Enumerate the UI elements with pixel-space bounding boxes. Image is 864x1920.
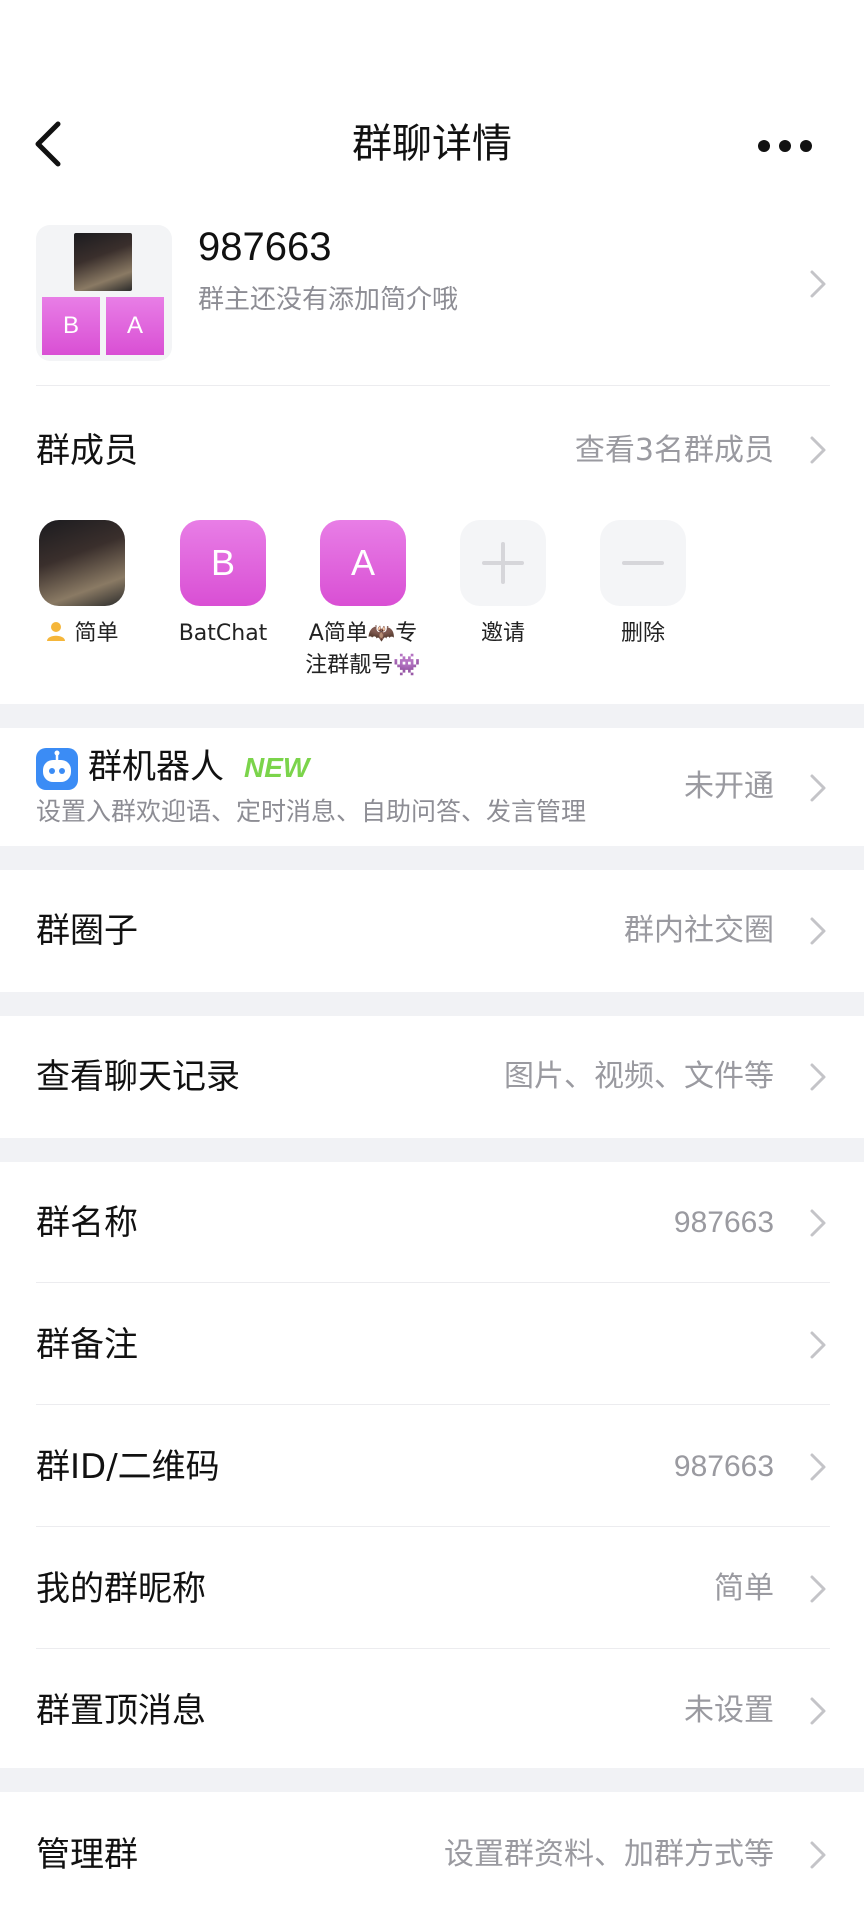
new-badge: NEW bbox=[244, 752, 310, 783]
bot-title: 群机器人 bbox=[88, 747, 224, 787]
group-id-label: 群ID/二维码 bbox=[36, 1447, 220, 1487]
robot-icon bbox=[36, 748, 78, 790]
bot-description: 设置入群欢迎语、定时消息、自助问答、发言管理 bbox=[36, 797, 587, 826]
history-label: 查看聊天记录 bbox=[36, 1057, 240, 1097]
chevron-right-icon bbox=[810, 1453, 826, 1481]
section-gap bbox=[0, 992, 864, 1016]
chevron-right-icon bbox=[810, 1697, 826, 1725]
more-dots-icon bbox=[758, 140, 812, 152]
chevron-right-icon bbox=[810, 270, 826, 298]
chevron-right-icon bbox=[810, 1063, 826, 1091]
group-name-value: 987663 bbox=[673, 1206, 774, 1239]
group-name: 987663 bbox=[198, 225, 332, 269]
invite-label: 邀请 bbox=[480, 621, 525, 646]
chevron-right-icon bbox=[810, 1209, 826, 1237]
group-avatar: B A bbox=[36, 225, 172, 361]
divider bbox=[36, 385, 830, 386]
remove-member-button[interactable]: 删除 bbox=[573, 520, 713, 650]
person-emoji-icon bbox=[45, 620, 67, 652]
group-name-label: 群名称 bbox=[36, 1203, 138, 1243]
avatar bbox=[39, 520, 125, 606]
member-item[interactable]: B BatChat bbox=[153, 520, 293, 650]
chevron-right-icon bbox=[810, 917, 826, 945]
remove-label: 删除 bbox=[620, 621, 665, 646]
group-remark-label: 群备注 bbox=[36, 1325, 138, 1365]
section-gap bbox=[0, 1768, 864, 1792]
pinned-value: 未设置 bbox=[684, 1693, 774, 1728]
member-name: A简单🦇专注群靓号👾 bbox=[305, 621, 421, 678]
section-gap bbox=[0, 1138, 864, 1162]
nickname-label: 我的群昵称 bbox=[36, 1569, 206, 1609]
circle-value: 群内社交圈 bbox=[624, 913, 774, 948]
avatar: A bbox=[320, 520, 406, 606]
avatar: B bbox=[180, 520, 266, 606]
collage-letter-a: A bbox=[106, 297, 164, 355]
avatar bbox=[460, 520, 546, 606]
chevron-right-icon bbox=[810, 774, 826, 802]
manage-label: 管理群 bbox=[36, 1835, 138, 1875]
more-button[interactable] bbox=[740, 124, 830, 168]
page-title: 群聊详情 bbox=[352, 121, 512, 167]
section-gap bbox=[0, 846, 864, 870]
history-value: 图片、视频、文件等 bbox=[504, 1059, 774, 1094]
group-intro: 群主还没有添加简介哦 bbox=[198, 285, 459, 315]
view-members-link[interactable]: 查看3名群成员 bbox=[575, 428, 774, 474]
manage-value: 设置群资料、加群方式等 bbox=[444, 1837, 774, 1872]
top-bar bbox=[0, 0, 864, 210]
invite-member-button[interactable]: 邀请 bbox=[433, 520, 573, 650]
section-gap bbox=[0, 704, 864, 728]
member-item[interactable]: A A简单🦇专注群靓号👾 bbox=[293, 520, 433, 682]
group-id-value: 987663 bbox=[673, 1450, 774, 1483]
chevron-right-icon bbox=[810, 1331, 826, 1359]
members-label: 群成员 bbox=[36, 431, 138, 471]
pinned-label: 群置顶消息 bbox=[36, 1691, 206, 1731]
chevron-right-icon bbox=[810, 436, 826, 464]
plus-icon bbox=[482, 542, 524, 584]
bot-status: 未开通 bbox=[684, 769, 774, 804]
member-photo-thumbnail bbox=[74, 233, 132, 291]
member-name: 简单 bbox=[74, 621, 119, 646]
collage-letter-b: B bbox=[42, 297, 100, 355]
nickname-value: 简单 bbox=[714, 1571, 774, 1606]
avatar bbox=[600, 520, 686, 606]
member-name: BatChat bbox=[178, 621, 268, 646]
chevron-right-icon bbox=[810, 1841, 826, 1869]
circle-label: 群圈子 bbox=[36, 911, 138, 951]
member-item[interactable]: 简单 bbox=[12, 520, 152, 652]
minus-icon bbox=[622, 561, 664, 565]
chevron-right-icon bbox=[810, 1575, 826, 1603]
